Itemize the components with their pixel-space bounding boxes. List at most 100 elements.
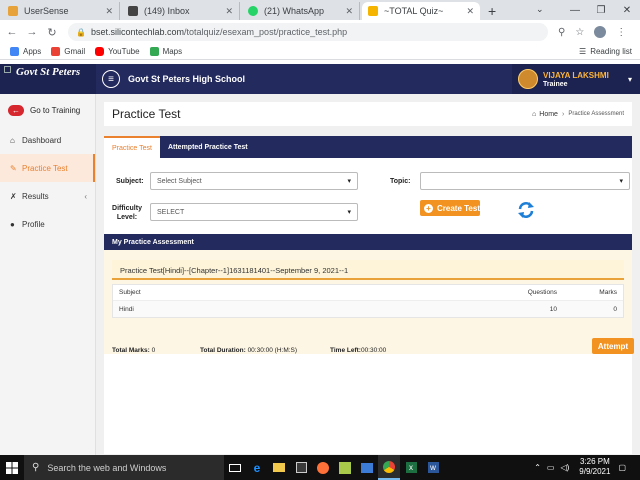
browser-tab-active[interactable]: ~TOTAL Quiz~ ✕ xyxy=(362,2,480,20)
browser-tab[interactable]: UserSense ✕ xyxy=(2,2,120,20)
taskbar-search[interactable]: ⚲ Search the web and Windows xyxy=(24,455,224,480)
home-icon: ⌂ xyxy=(532,110,537,118)
practice-card: Practice Test Attempted Practice Test Su… xyxy=(104,136,632,454)
minimize-icon[interactable]: — xyxy=(562,5,588,16)
topic-select[interactable]: ▾ xyxy=(420,172,630,190)
new-tab-button[interactable]: + xyxy=(488,2,496,20)
main-content: Practice Test ⌂ Home › Practice Assessme… xyxy=(96,94,640,455)
file-explorer-icon[interactable] xyxy=(268,455,290,480)
sidebar-item-profile[interactable]: ● Profile xyxy=(0,210,95,238)
total-marks: Total Marks: 0 xyxy=(112,346,156,354)
bookmarks-bar: Apps Gmail YouTube Maps ☰ Reading list xyxy=(0,44,640,60)
test-title: Practice Test[Hindi]--[Chapter--1]163118… xyxy=(112,260,624,280)
column-header: Questions xyxy=(527,289,557,296)
cell-questions: 10 xyxy=(549,305,557,313)
table-row: Hindi 10 0 xyxy=(113,301,623,317)
volume-icon[interactable]: ◁) xyxy=(560,463,569,472)
browser-toolbar: ← → ↻ 🔒 bset.silicontechlab.com/totalqui… xyxy=(0,20,640,44)
browser-tab[interactable]: (21) WhatsApp ✕ xyxy=(242,2,360,20)
star-icon[interactable]: ☆ xyxy=(575,27,584,38)
wrench-icon: ✗ xyxy=(10,191,17,201)
edit-icon: ✎ xyxy=(10,163,17,173)
window-controls: — ❐ ✕ xyxy=(562,0,640,20)
clock[interactable]: 3:26 PM 9/9/2021 xyxy=(579,457,610,477)
assessment-table: Subject Questions Marks Hindi 10 0 xyxy=(112,284,624,318)
maps-icon xyxy=(149,47,159,56)
menu-toggle-button[interactable]: ≡ xyxy=(102,70,120,88)
restore-icon[interactable]: ❐ xyxy=(588,5,614,16)
page-title-bar: Practice Test ⌂ Home › Practice Assessme… xyxy=(104,102,632,126)
create-test-button[interactable]: + Create Test xyxy=(420,200,480,216)
address-bar[interactable]: 🔒 bset.silicontechlab.com/totalquiz/esex… xyxy=(68,23,548,41)
tab-search-icon[interactable]: ⌄ xyxy=(536,4,544,15)
bookmark-maps[interactable]: Maps xyxy=(149,47,182,56)
youtube-icon xyxy=(95,47,105,56)
search-icon[interactable]: ⚲ xyxy=(558,27,565,38)
chevron-up-icon[interactable]: ⌃ xyxy=(534,463,541,472)
totals-row: Total Marks: 0 Total Duration: 00:30:00 … xyxy=(104,341,632,359)
forward-icon[interactable]: → xyxy=(24,26,40,38)
plus-icon: + xyxy=(424,203,433,213)
difficulty-select[interactable]: SELECT ▾ xyxy=(150,203,358,221)
go-to-training-button[interactable]: ← Go to Training xyxy=(8,102,95,118)
reload-icon[interactable]: ↻ xyxy=(44,26,60,39)
time-left: Time Left:00:30:00 xyxy=(330,346,387,354)
reading-list-icon: ☰ xyxy=(579,47,587,56)
close-icon[interactable]: ✕ xyxy=(105,6,113,17)
windows-start-icon[interactable] xyxy=(0,461,24,474)
excel-icon[interactable]: x xyxy=(400,455,422,480)
bookmark-apps[interactable]: Apps xyxy=(10,47,41,56)
store-icon[interactable] xyxy=(290,455,312,480)
tab-practice-test[interactable]: Practice Test xyxy=(104,136,160,158)
network-icon[interactable]: ▭ xyxy=(547,463,555,472)
chevron-left-icon: ‹ xyxy=(84,191,87,201)
firefox-icon[interactable] xyxy=(312,455,334,480)
app-icon[interactable] xyxy=(334,455,356,480)
user-menu[interactable]: VIJAYA LAKSHMI Trainee ▾ xyxy=(512,64,640,94)
user-name: VIJAYA LAKSHMI xyxy=(543,70,609,80)
breadcrumb-home[interactable]: Home xyxy=(539,111,558,118)
close-window-icon[interactable]: ✕ xyxy=(614,5,640,16)
photos-icon[interactable] xyxy=(356,455,378,480)
notification-icon[interactable]: ▢ xyxy=(618,463,626,472)
topic-label: Topic: xyxy=(390,178,411,185)
profile-avatar-icon[interactable] xyxy=(594,26,607,38)
bookmark-youtube[interactable]: YouTube xyxy=(95,47,140,56)
tab-attempted-practice-test[interactable]: Attempted Practice Test xyxy=(160,136,256,158)
close-icon[interactable]: ✕ xyxy=(225,6,233,17)
brand-logo[interactable]: Govt St Peters xyxy=(0,64,96,94)
word-icon[interactable]: w xyxy=(422,455,444,480)
tab-favicon-icon xyxy=(128,6,138,16)
apps-icon xyxy=(10,47,19,56)
subject-select[interactable]: Select Subject ▾ xyxy=(150,172,358,190)
attempt-button[interactable]: Attempt xyxy=(592,338,634,354)
user-icon: ● xyxy=(10,219,15,229)
sidebar-item-dashboard[interactable]: ⌂ Dashboard xyxy=(0,126,95,154)
broken-image-icon xyxy=(4,66,11,73)
tab-favicon-icon xyxy=(8,6,18,16)
task-view-icon[interactable] xyxy=(224,455,246,480)
sidebar-item-practice-test[interactable]: ✎ Practice Test xyxy=(0,154,95,182)
close-icon[interactable]: ✕ xyxy=(345,6,353,17)
chrome-icon[interactable] xyxy=(378,455,400,480)
back-icon[interactable]: ← xyxy=(4,26,20,38)
breadcrumb-current: Practice Assessment xyxy=(568,111,624,117)
dashboard-icon: ⌂ xyxy=(10,135,15,145)
avatar xyxy=(518,69,538,89)
browser-tab-strip: UserSense ✕ (149) Inbox ✕ (21) WhatsApp … xyxy=(0,0,640,20)
menu-dots-icon[interactable]: ⋮ xyxy=(616,27,626,38)
sidebar-item-results[interactable]: ✗ Results ‹ xyxy=(0,182,95,210)
table-header-row: Subject Questions Marks xyxy=(113,285,623,301)
browser-tab[interactable]: (149) Inbox ✕ xyxy=(122,2,240,20)
tab-title: (21) WhatsApp xyxy=(264,6,325,16)
subject-label: Subject: xyxy=(116,178,144,185)
edge-icon[interactable]: e xyxy=(246,455,268,480)
column-header: Marks xyxy=(599,289,617,296)
bookmark-gmail[interactable]: Gmail xyxy=(51,47,85,56)
total-duration: Total Duration: 00:30:00 (H:M:S) xyxy=(200,346,298,354)
reading-list-button[interactable]: ☰ Reading list xyxy=(579,47,632,56)
assessment-panel: Practice Test[Hindi]--[Chapter--1]163118… xyxy=(104,250,632,354)
close-icon[interactable]: ✕ xyxy=(466,6,474,17)
refresh-icon[interactable] xyxy=(516,200,536,220)
url-domain: bset.silicontechlab.com xyxy=(90,27,185,37)
